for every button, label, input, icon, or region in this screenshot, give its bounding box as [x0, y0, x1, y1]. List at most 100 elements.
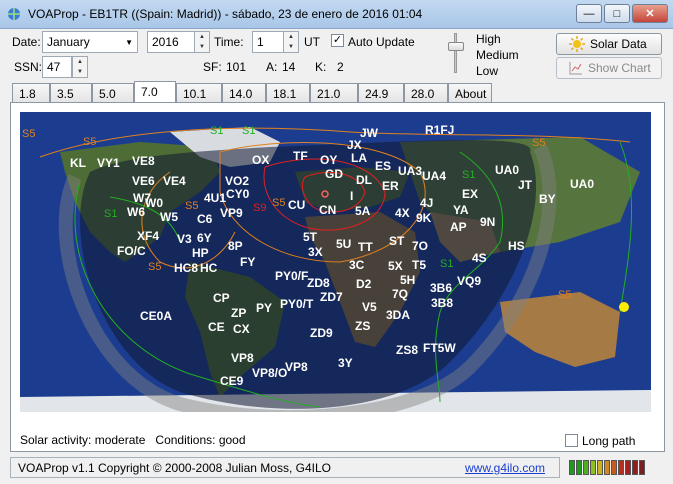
prefix-label: KL — [70, 156, 86, 170]
spin-up-icon[interactable]: ▲ — [73, 57, 87, 67]
tab-10-1[interactable]: 10.1 — [176, 83, 222, 103]
slider-thumb[interactable] — [448, 42, 464, 51]
prefix-label: VY1 — [97, 156, 120, 170]
spin-up-icon[interactable]: ▲ — [195, 32, 209, 42]
prefix-label: VE4 — [163, 174, 186, 188]
prefix-label: 3C — [349, 258, 365, 272]
prefix-label: HP — [192, 246, 209, 260]
prefix-label: CU — [288, 198, 305, 212]
close-button[interactable]: ✕ — [632, 4, 668, 23]
k-value: 2 — [337, 60, 344, 74]
prefix-label: HS — [508, 239, 525, 253]
prefix-label: 9K — [416, 211, 432, 225]
prefix-label: PY — [256, 301, 272, 315]
prefix-label: T5 — [412, 258, 426, 272]
long-path-label: Long path — [582, 434, 636, 448]
prefix-label: JT — [518, 178, 533, 192]
website-link[interactable]: www.g4ilo.com — [465, 461, 545, 475]
prefix-label: 3B6 — [430, 281, 452, 295]
prefix-label: VE8 — [132, 154, 155, 168]
meter-segment — [590, 460, 596, 475]
prefix-label: I — [350, 189, 353, 203]
time-input[interactable]: 1 — [252, 31, 284, 53]
power-level-high[interactable]: High — [476, 32, 501, 46]
conditions-label: Conditions: — [155, 433, 216, 447]
power-level-medium[interactable]: Medium — [476, 48, 519, 62]
ssn-label: SSN: — [14, 60, 43, 74]
prefix-label: ZP — [231, 306, 246, 320]
year-input[interactable]: 2016 — [147, 31, 195, 53]
sun-position-marker — [619, 302, 629, 312]
copyright-text: Copyright © 2000-2008 Julian Moss, G4ILO — [98, 461, 331, 475]
meter-segment — [611, 460, 617, 475]
prefix-label: 3Y — [338, 356, 353, 370]
prefix-label: ER — [382, 179, 399, 193]
prefix-label: HC8 — [174, 261, 198, 275]
prefix-label: 6Y — [197, 231, 212, 245]
tab-24-9[interactable]: 24.9 — [358, 83, 404, 103]
prefix-label: FO/C — [117, 244, 146, 258]
prefix-label: ZS8 — [396, 343, 418, 357]
show-chart-label: Show Chart — [588, 61, 651, 75]
tab-about[interactable]: About — [448, 83, 492, 103]
meter-segment — [618, 460, 624, 475]
prefix-label: AP — [450, 220, 467, 234]
show-chart-button[interactable]: Show Chart — [556, 57, 662, 79]
maximize-icon: □ — [613, 7, 621, 20]
chart-icon — [569, 62, 582, 75]
window-title: VOAProp - EB1TR ((Spain: Madrid)) - sába… — [28, 7, 423, 21]
spin-up-icon[interactable]: ▲ — [284, 32, 298, 42]
meter-segment — [604, 460, 610, 475]
tab-3-5[interactable]: 3.5 — [50, 83, 92, 103]
year-value: 2016 — [152, 35, 179, 49]
month-select[interactable]: January ▼ — [42, 31, 138, 53]
signal-strength-label: S1 — [104, 208, 117, 220]
minimize-button[interactable]: — — [576, 4, 602, 23]
signal-strength-label: S1 — [440, 258, 453, 270]
ssn-spinner[interactable]: ▲ ▼ — [72, 56, 88, 78]
prefix-label: V3 — [177, 232, 192, 246]
sun-icon — [569, 36, 585, 52]
signal-strength-label: S5 — [185, 200, 198, 212]
prefix-label: CE9 — [220, 374, 244, 388]
signal-strength-label: S9 — [253, 202, 266, 214]
year-spinner[interactable]: ▲ ▼ — [194, 31, 210, 53]
time-value: 1 — [257, 35, 264, 49]
tab-5-0[interactable]: 5.0 — [92, 83, 134, 103]
prefix-label: 5X — [388, 259, 403, 273]
close-icon: ✕ — [645, 8, 655, 20]
long-path-checkbox[interactable] — [565, 434, 578, 447]
prefix-label: OX — [252, 153, 269, 167]
prefix-label: CX — [233, 322, 250, 336]
tab-28-0[interactable]: 28.0 — [404, 83, 448, 103]
power-slider[interactable] — [448, 33, 464, 73]
prefix-label: TF — [293, 149, 308, 163]
sf-value: 101 — [226, 60, 247, 74]
spin-down-icon[interactable]: ▼ — [73, 67, 87, 77]
tab-1-8[interactable]: 1.8 — [12, 83, 50, 103]
spin-down-icon[interactable]: ▼ — [284, 42, 298, 52]
prefix-label: CE0A — [140, 309, 172, 323]
meter-segment — [583, 460, 589, 475]
meter-segment — [632, 460, 638, 475]
solar-activity-value: moderate — [94, 433, 146, 447]
solar-data-button[interactable]: Solar Data — [556, 33, 662, 55]
signal-strength-label: S1 — [210, 125, 223, 137]
ssn-input[interactable]: 47 — [42, 56, 72, 78]
auto-update-checkbox[interactable]: ✓ — [331, 34, 344, 47]
tab-18-1[interactable]: 18.1 — [266, 83, 310, 103]
tab-7-0[interactable]: 7.0 — [134, 81, 176, 103]
solar-data-label: Solar Data — [590, 37, 647, 51]
prefix-label: GD — [325, 167, 343, 181]
a-label: A: — [266, 60, 278, 74]
maximize-button[interactable]: □ — [604, 4, 630, 23]
tab-21-0[interactable]: 21.0 — [310, 83, 358, 103]
prefix-label: ZD7 — [320, 290, 343, 304]
tab-14-0[interactable]: 14.0 — [222, 83, 266, 103]
power-level-low[interactable]: Low — [476, 64, 498, 78]
prefix-label: W5 — [160, 210, 178, 224]
time-spinner[interactable]: ▲ ▼ — [283, 31, 299, 53]
prefix-label: V5 — [362, 300, 377, 314]
spin-down-icon[interactable]: ▼ — [195, 42, 209, 52]
prefix-label: VP9 — [220, 206, 243, 220]
